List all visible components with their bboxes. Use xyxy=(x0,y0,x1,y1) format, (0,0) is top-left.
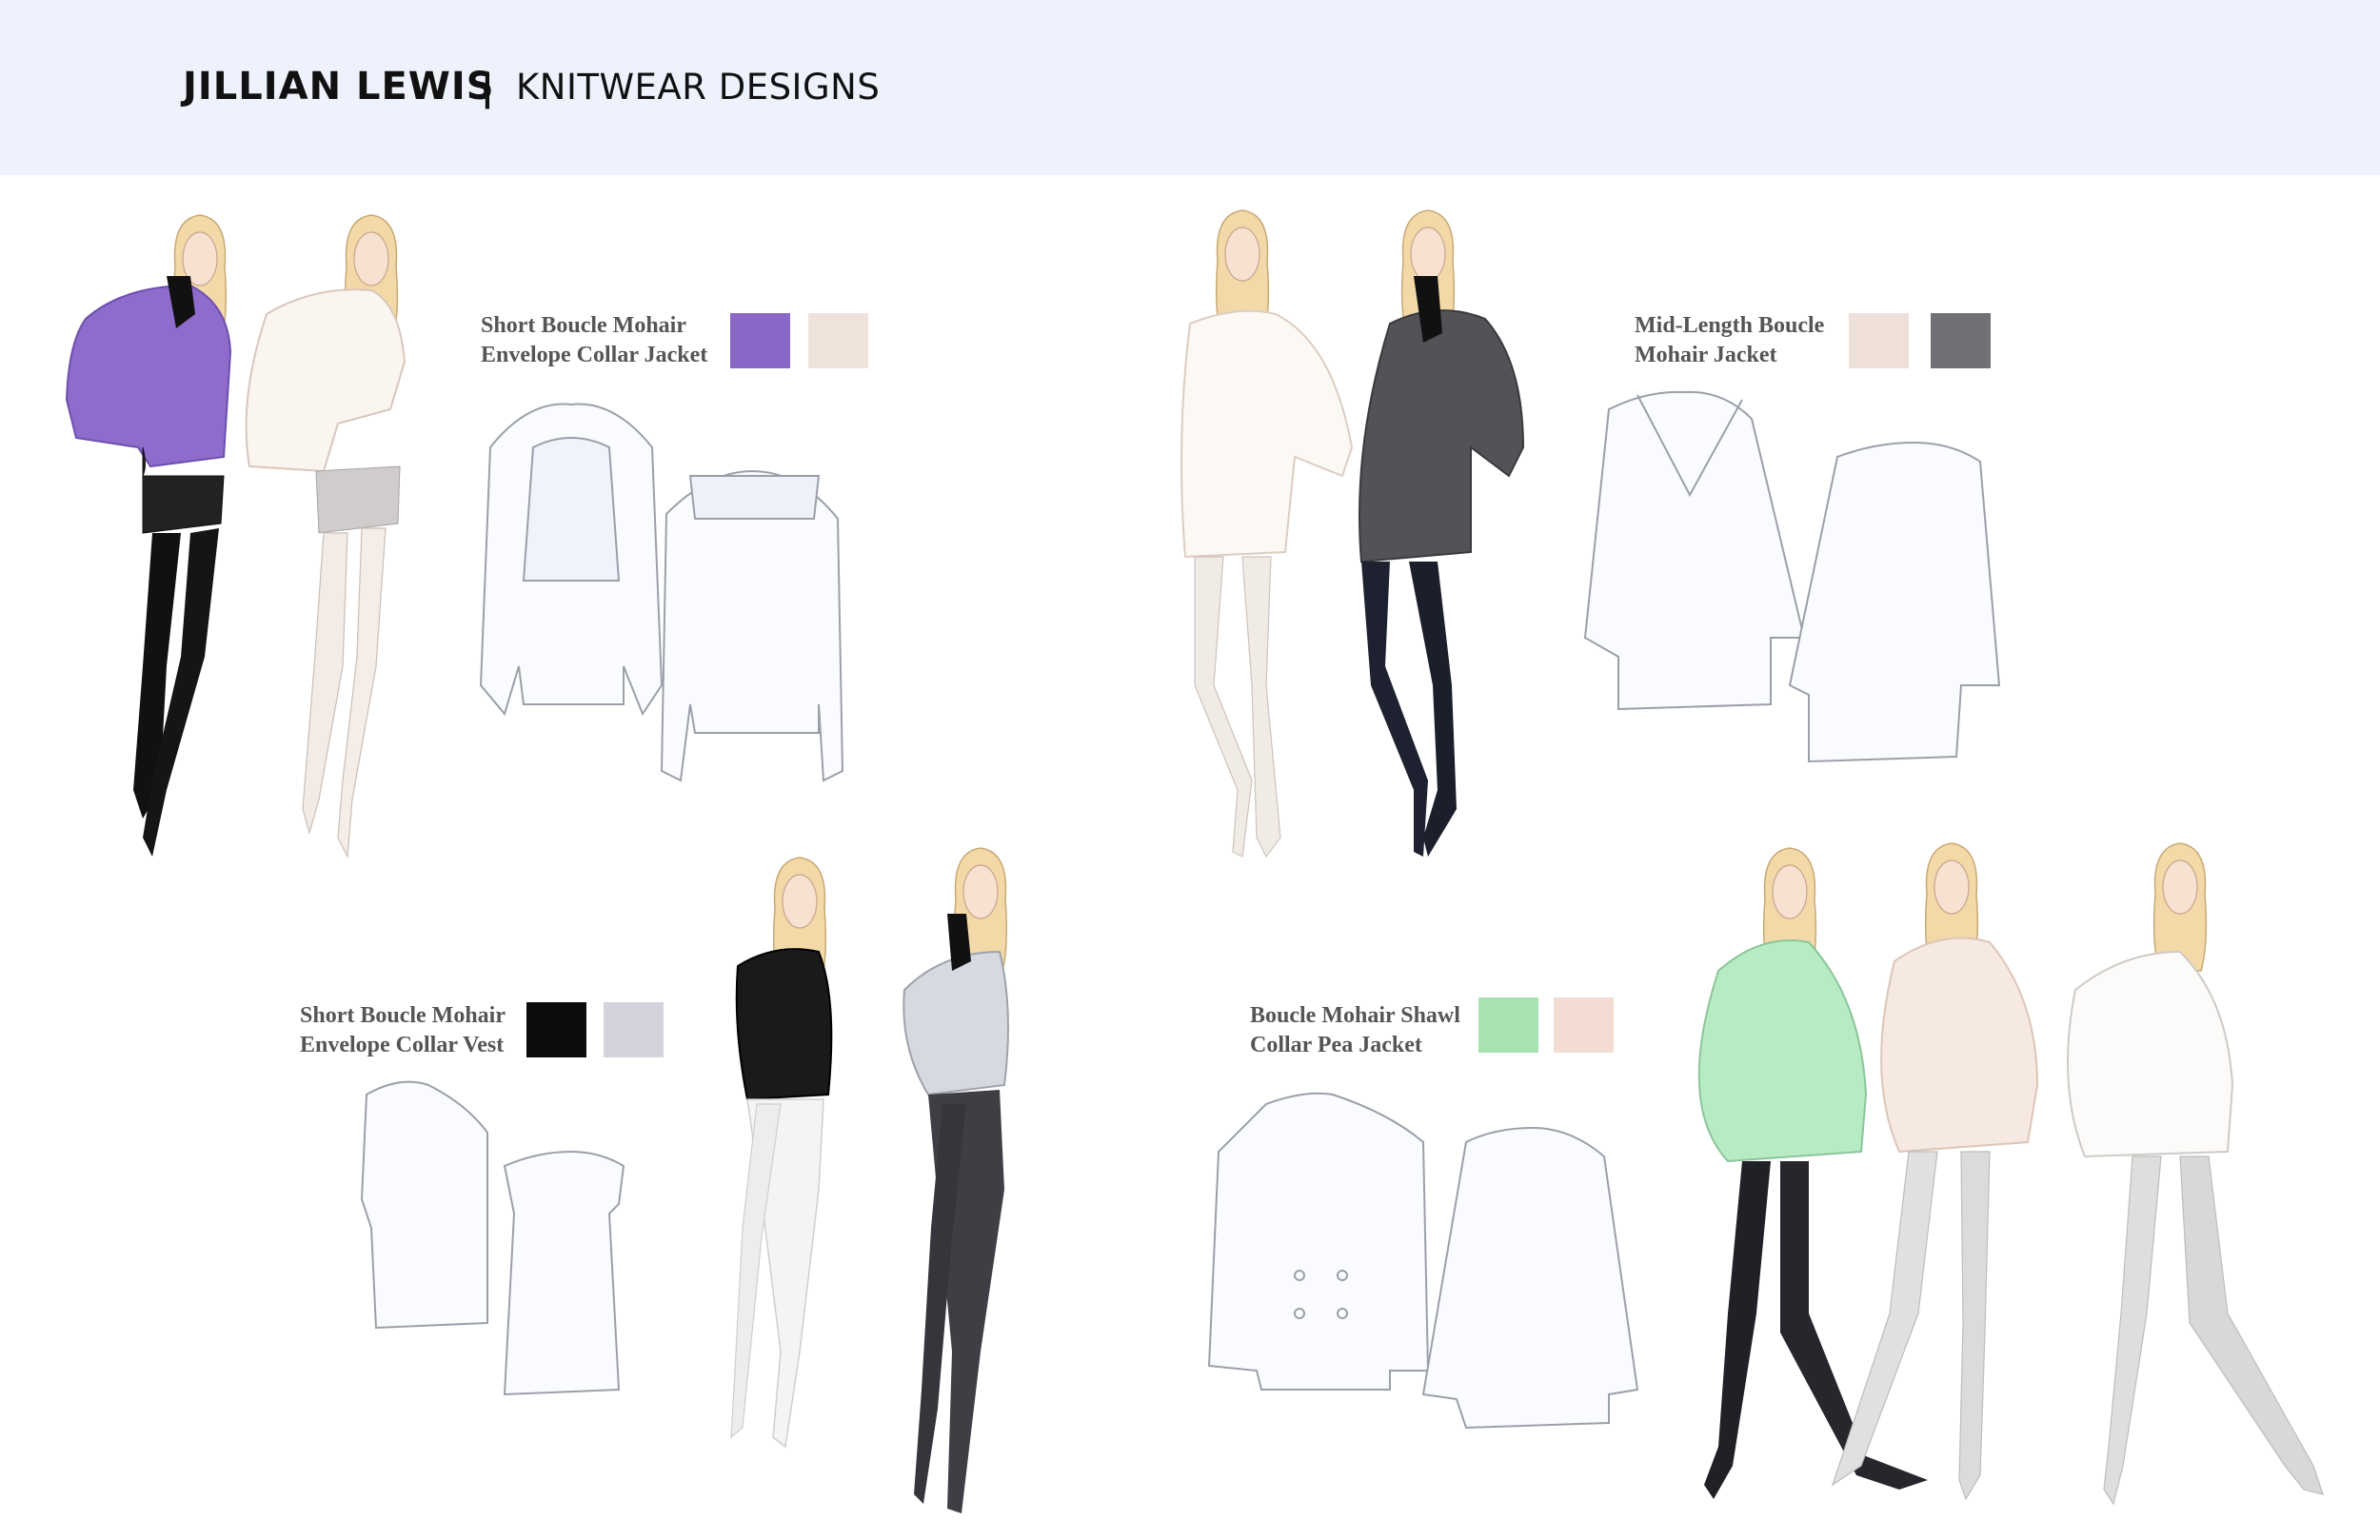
design-label-line1: Short Boucle Mohair xyxy=(300,1003,506,1028)
flat-sketch-jacket-front xyxy=(479,403,664,717)
illustration-layer xyxy=(65,209,2324,1513)
figure-pink-peacoat xyxy=(1831,842,2039,1501)
color-swatch-light-grey xyxy=(604,1002,664,1057)
design-label-mid-length-jacket: Mid-Length Boucle Mohair Jacket xyxy=(1635,311,1824,370)
figure-green-peacoat xyxy=(1697,847,1928,1499)
color-swatch-mint xyxy=(1478,997,1538,1053)
flat-sketch-vest-back xyxy=(503,1150,625,1396)
design-label-line1: Mid-Length Boucle xyxy=(1635,313,1825,338)
figure-pink-jacket xyxy=(245,214,407,859)
color-swatch-blush xyxy=(1849,313,1909,368)
design-label-line2: Envelope Collar Jacket xyxy=(481,343,708,367)
figure-white-peacoat xyxy=(2067,842,2324,1506)
flat-sketch-peacoat-front xyxy=(1207,1092,1430,1391)
design-label-line2: Collar Pea Jacket xyxy=(1250,1033,1422,1057)
design-label-line1: Short Boucle Mohair xyxy=(481,313,686,338)
flat-sketch-jacket-back xyxy=(660,469,844,782)
color-swatch-purple xyxy=(730,313,790,368)
flat-sketch-coat-back xyxy=(1788,441,2001,763)
design-label-line2: Mohair Jacket xyxy=(1635,343,1777,367)
figure-grey-coat xyxy=(1359,209,1525,857)
design-label-envelope-jacket: Short Boucle Mohair Envelope Collar Jack… xyxy=(481,311,707,370)
flat-sketch-peacoat-back xyxy=(1421,1126,1639,1430)
figure-cream-coat xyxy=(1180,209,1354,859)
design-label-envelope-vest: Short Boucle Mohair Envelope Collar Vest xyxy=(300,1001,506,1060)
design-label-pea-jacket: Boucle Mohair Shawl Collar Pea Jacket xyxy=(1250,1001,1460,1060)
color-swatch-blush xyxy=(808,313,868,368)
color-swatch-grey xyxy=(1931,313,1991,368)
figure-grey-vest xyxy=(902,847,1009,1513)
design-label-line2: Envelope Collar Vest xyxy=(300,1033,505,1057)
flat-sketch-coat-front xyxy=(1583,390,1806,711)
design-label-line1: Boucle Mohair Shawl xyxy=(1250,1003,1460,1028)
color-swatch-blush xyxy=(1554,997,1614,1053)
flat-sketch-vest-front xyxy=(360,1080,488,1330)
figure-black-vest xyxy=(730,857,833,1449)
figure-purple-jacket xyxy=(65,214,232,857)
color-swatch-black xyxy=(526,1002,586,1057)
